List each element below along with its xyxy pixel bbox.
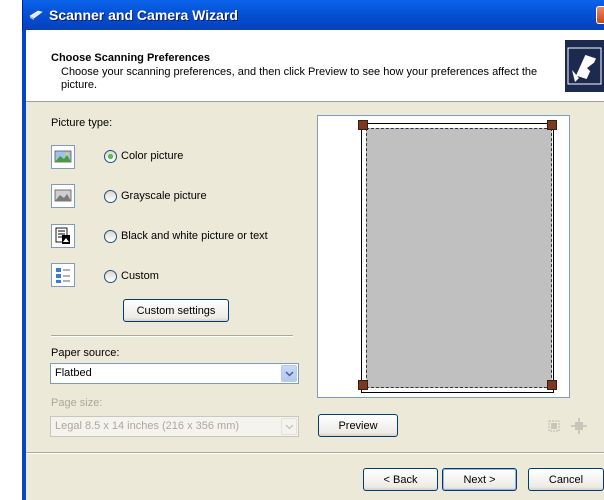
preview-button[interactable]: Preview: [318, 414, 398, 437]
scan-area[interactable]: [366, 128, 552, 388]
cancel-button[interactable]: Cancel: [528, 468, 604, 491]
color-picture-radio[interactable]: [104, 150, 117, 163]
crop-handle-bottom-right[interactable]: [547, 380, 557, 390]
next-button[interactable]: Next >: [442, 468, 517, 491]
grayscale-picture-label[interactable]: Grayscale picture: [121, 190, 207, 202]
wizard-header: Choose Scanning Preferences Choose your …: [26, 30, 604, 102]
close-button[interactable]: [596, 6, 604, 24]
page-size-value: Legal 8.5 x 14 inches (216 x 356 mm): [55, 420, 240, 432]
title-bar[interactable]: Scanner and Camera Wizard: [22, 0, 604, 30]
back-button[interactable]: < Back: [363, 468, 438, 491]
color-picture-icon[interactable]: [51, 145, 75, 169]
chevron-down-icon[interactable]: [281, 418, 297, 435]
picture-type-label: Picture type:: [51, 117, 113, 129]
paper-source-label: Paper source:: [51, 347, 120, 359]
zoom-to-selection-icon[interactable]: [546, 418, 562, 434]
bw-picture-label[interactable]: Black and white picture or text: [121, 230, 268, 242]
page-subtitle: Choose your scanning preferences, and th…: [61, 66, 538, 91]
paper-source-dropdown[interactable]: Flatbed: [50, 363, 299, 384]
page-size-dropdown[interactable]: Legal 8.5 x 14 inches (216 x 356 mm): [50, 416, 299, 437]
grayscale-picture-icon[interactable]: [51, 184, 75, 208]
bw-picture-radio[interactable]: [104, 230, 117, 243]
crop-handle-bottom-left[interactable]: [358, 380, 368, 390]
chevron-down-icon[interactable]: [281, 365, 297, 382]
bw-picture-text-icon[interactable]: [51, 224, 75, 248]
scanner-camera-icon: [565, 40, 604, 92]
custom-radio[interactable]: [104, 270, 117, 283]
custom-label[interactable]: Custom: [121, 270, 159, 282]
footer-divider: [26, 452, 604, 454]
crop-handle-top-left[interactable]: [358, 120, 368, 130]
window-title: Scanner and Camera Wizard: [49, 7, 238, 23]
scanner-wizard-icon: [29, 10, 43, 20]
page-size-label: Page size:: [51, 397, 103, 409]
page-title: Choose Scanning Preferences: [51, 52, 210, 64]
grayscale-picture-radio[interactable]: [104, 190, 117, 203]
paper-source-value: Flatbed: [55, 367, 92, 379]
crop-handle-top-right[interactable]: [547, 120, 557, 130]
section-divider: [51, 335, 293, 337]
color-picture-label[interactable]: Color picture: [121, 150, 183, 162]
custom-settings-button[interactable]: Custom settings: [123, 299, 229, 322]
custom-settings-icon[interactable]: [51, 263, 75, 287]
fit-to-page-icon[interactable]: [571, 418, 587, 434]
